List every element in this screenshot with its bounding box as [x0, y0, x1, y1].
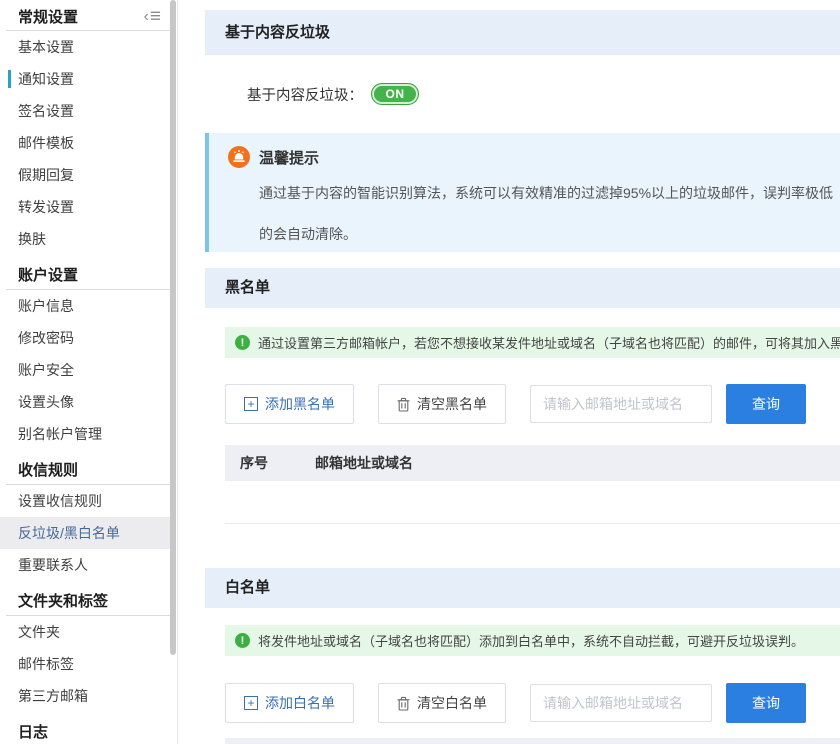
- sidebar-collapse-button[interactable]: ‹ ≡: [144, 7, 160, 26]
- whitelist-notice-text: 将发件地址或域名（子域名也将匹配）添加到白名单中，系统不自动拦截，可避开反垃圾误…: [258, 631, 804, 650]
- blacklist-table: 序号 邮箱地址或域名: [225, 445, 840, 524]
- tip-box: 温馨提示 通过基于内容的智能识别算法，系统可以有效精准的过滤掉95%以上的垃圾邮…: [205, 133, 840, 252]
- sidebar-group-title-log: 日志: [0, 719, 170, 744]
- add-blacklist-button[interactable]: + 添加黑名单: [225, 384, 354, 424]
- sidebar-item-change-password[interactable]: 修改密码: [0, 322, 170, 354]
- tip-title: 温馨提示: [259, 147, 319, 168]
- sidebar-item-basic-settings[interactable]: 基本设置: [0, 31, 170, 63]
- sidebar-item-receive-rules[interactable]: 设置收信规则: [0, 485, 170, 517]
- sidebar-group-title-account: 账户设置: [0, 262, 170, 289]
- section-header-content-antispam: 基于内容反垃圾: [205, 10, 840, 55]
- blacklist-search-input[interactable]: [530, 385, 712, 423]
- whitelist-table: [225, 738, 840, 744]
- sidebar-item-account-security[interactable]: 账户安全: [0, 354, 170, 386]
- sidebar-item-vacation-reply[interactable]: 假期回复: [0, 159, 170, 191]
- sidebar-item-mail-template[interactable]: 邮件模板: [0, 127, 170, 159]
- sidebar-item-mail-labels[interactable]: 邮件标签: [0, 648, 170, 680]
- sidebar-item-avatar-settings[interactable]: 设置头像: [0, 386, 170, 418]
- sidebar-group-title-receive-rules: 收信规则: [0, 457, 170, 484]
- whitelist-search-button[interactable]: 查询: [726, 683, 806, 723]
- clear-whitelist-label: 清空白名单: [417, 693, 487, 713]
- add-whitelist-label: 添加白名单: [265, 693, 335, 713]
- whitelist-toolbar: + 添加白名单 清空白名单 查询: [225, 683, 840, 723]
- antispam-toggle-label: 基于内容反垃圾：: [247, 84, 363, 105]
- blacklist-search-button[interactable]: 查询: [726, 384, 806, 424]
- add-whitelist-button[interactable]: + 添加白名单: [225, 683, 354, 723]
- sidebar-scrollbar-thumb[interactable]: [170, 0, 176, 655]
- column-header-index: 序号: [225, 453, 315, 473]
- clear-whitelist-button[interactable]: 清空白名单: [378, 683, 506, 723]
- sidebar-item-notification-settings[interactable]: 通知设置: [0, 63, 170, 95]
- sidebar-item-account-info[interactable]: 账户信息: [0, 290, 170, 322]
- info-exclamation-icon: !: [235, 633, 250, 648]
- mail-settings-page: 常规设置 ‹ ≡ 基本设置 通知设置 签名设置 邮件模板 假期回复 转发设置 换…: [0, 0, 840, 744]
- alarm-icon: [228, 146, 250, 168]
- sidebar-group-title-folders-labels: 文件夹和标签: [0, 588, 170, 615]
- blacklist-table-header: 序号 邮箱地址或域名: [225, 445, 840, 481]
- sidebar-scrollbar-track: [177, 0, 178, 744]
- tip-text-line1: 通过基于内容的智能识别算法，系统可以有效精准的过滤掉95%以上的垃圾邮件，误判率…: [259, 173, 840, 214]
- sidebar-item-forward-settings[interactable]: 转发设置: [0, 191, 170, 223]
- blacklist-notice-text: 通过设置第三方邮箱帐户，若您不想接收某发件地址或域名（子域名也将匹配）的邮件，可…: [258, 333, 840, 352]
- antispam-toggle-switch[interactable]: ON: [371, 83, 419, 105]
- whitelist-table-header: [225, 738, 840, 744]
- trash-icon: [397, 696, 410, 711]
- section-header-blacklist: 黑名单: [205, 268, 840, 308]
- section-header-whitelist: 白名单: [205, 568, 840, 608]
- chevron-left-icon: ‹: [144, 9, 149, 25]
- sidebar-group-title-general: 常规设置: [18, 6, 78, 27]
- whitelist-notice: ! 将发件地址或域名（子域名也将匹配）添加到白名单中，系统不自动拦截，可避开反垃…: [225, 625, 840, 656]
- sidebar-item-folders[interactable]: 文件夹: [0, 616, 170, 648]
- main-content: 基于内容反垃圾 基于内容反垃圾： ON 温馨提示 通过基于内容的智能识别算法，系…: [205, 10, 840, 744]
- whitelist-search-input[interactable]: [530, 684, 712, 722]
- blacklist-empty-row: [225, 481, 840, 524]
- trash-icon: [397, 397, 410, 412]
- blacklist-toolbar: + 添加黑名单 清空黑名单 查询: [225, 384, 840, 424]
- antispam-toggle-row: 基于内容反垃圾： ON: [205, 55, 840, 133]
- sidebar-item-signature-settings[interactable]: 签名设置: [0, 95, 170, 127]
- blacklist-notice: ! 通过设置第三方邮箱帐户，若您不想接收某发件地址或域名（子域名也将匹配）的邮件…: [225, 327, 840, 358]
- sidebar-item-antispam-blackwhite[interactable]: 反垃圾/黑白名单: [0, 517, 170, 549]
- sidebar-item-skin[interactable]: 换肤: [0, 223, 170, 255]
- add-plus-icon: +: [244, 696, 258, 710]
- tip-text-line2: 的会自动清除。: [259, 214, 840, 252]
- add-plus-icon: +: [244, 397, 258, 411]
- add-blacklist-label: 添加黑名单: [265, 394, 335, 414]
- sidebar-header: 常规设置 ‹ ≡: [0, 0, 170, 30]
- sidebar-item-important-contacts[interactable]: 重要联系人: [0, 549, 170, 581]
- clear-blacklist-label: 清空黑名单: [417, 394, 487, 414]
- hamburger-icon: ≡: [150, 7, 160, 26]
- column-header-address: 邮箱地址或域名: [315, 453, 840, 473]
- clear-blacklist-button[interactable]: 清空黑名单: [378, 384, 506, 424]
- sidebar-item-third-party-mailbox[interactable]: 第三方邮箱: [0, 680, 170, 712]
- sidebar-item-alias-account[interactable]: 别名帐户管理: [0, 418, 170, 450]
- info-exclamation-icon: !: [235, 335, 250, 350]
- sidebar: 常规设置 ‹ ≡ 基本设置 通知设置 签名设置 邮件模板 假期回复 转发设置 换…: [0, 0, 170, 744]
